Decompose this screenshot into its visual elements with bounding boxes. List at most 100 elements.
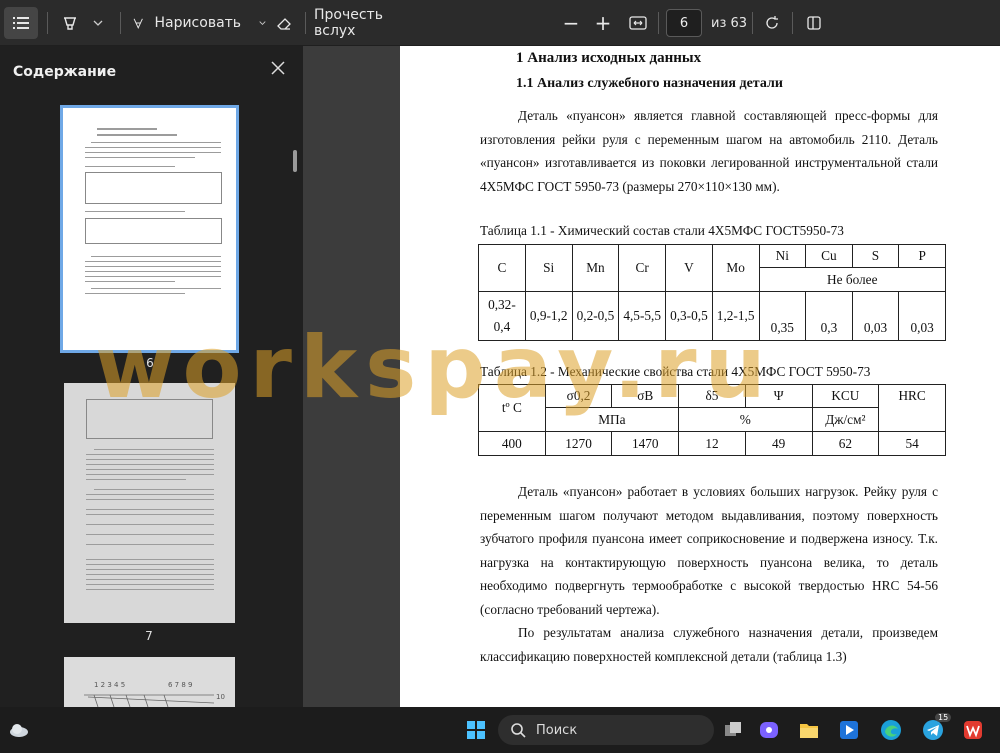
page-view-icon	[807, 16, 821, 30]
svg-text:1 2 3 4 5: 1 2 3 4 5	[94, 681, 125, 689]
thumb-line	[86, 579, 214, 580]
telegram-icon[interactable]: 15	[922, 713, 952, 741]
zoom-out-button[interactable]: −	[558, 7, 584, 39]
thumbnail-page-7[interactable]	[64, 383, 235, 623]
start-button[interactable]	[465, 719, 487, 741]
page-number-input[interactable]: 6	[666, 9, 702, 37]
weather-icon[interactable]	[8, 719, 30, 741]
table-cell: 4,5-5,5	[618, 291, 667, 341]
thumb-line	[86, 559, 214, 560]
svg-text:10: 10	[216, 693, 225, 701]
thumb-line	[85, 293, 185, 294]
close-sidebar-button[interactable]	[266, 58, 290, 82]
thumb-line	[85, 147, 221, 148]
thumb-line	[86, 459, 214, 460]
thumb-line	[86, 564, 214, 565]
chevron-down-icon	[259, 21, 266, 26]
task-view-icon[interactable]	[722, 719, 744, 741]
thumbnail-page-8[interactable]: 1 2 3 4 5 6 7 8 9 10	[64, 657, 235, 707]
sidebar-title: Содержание	[13, 64, 117, 80]
taskbar-search[interactable]: Поиск	[498, 715, 714, 745]
thumb-line	[86, 479, 186, 480]
separator	[305, 12, 306, 34]
edge-browser-icon[interactable]	[880, 719, 902, 741]
table-cell: 1,2-1,5	[711, 291, 760, 341]
table-cell: 0,32-0,4	[478, 291, 526, 341]
table-header-ni: Ni	[758, 244, 807, 268]
two-page-view-button[interactable]	[800, 7, 828, 39]
thumb-line	[86, 509, 214, 510]
table-cell: 0,9-1,2	[524, 291, 573, 341]
table-cell: 54	[878, 431, 946, 456]
chemical-composition-table: C Si Mn Cr V Mo Ni Cu S P Не более 0,32-…	[478, 244, 946, 341]
table-cell: 0,35	[758, 291, 807, 341]
plus-icon: +	[594, 11, 612, 35]
table-header-psi: Ψ	[744, 384, 813, 408]
paragraph-classification: По результатам анализа служебного назнач…	[480, 621, 938, 668]
close-icon	[271, 61, 285, 75]
table-header-v: V	[665, 244, 713, 292]
thumb-line	[91, 256, 221, 257]
wps-office-icon[interactable]	[962, 719, 984, 741]
table-header-sigma02: σ0,2	[544, 384, 613, 408]
read-aloud-button[interactable]: Прочесть вслух	[314, 7, 424, 39]
thumb-line	[94, 489, 214, 490]
drawing-preview: 1 2 3 4 5 6 7 8 9 10	[84, 681, 225, 707]
thumb-line	[86, 474, 214, 475]
paragraph-text: Деталь «пуансон» является главной состав…	[480, 108, 938, 194]
thumb-line	[85, 152, 221, 153]
search-icon	[511, 723, 526, 738]
contents-toggle-button[interactable]	[4, 7, 38, 39]
table-cell: 0,03	[898, 291, 946, 341]
teams-icon[interactable]	[758, 719, 780, 741]
paragraph-text: По результатам анализа служебного назнач…	[480, 625, 938, 664]
thumb-line	[86, 534, 214, 535]
table-header-temp: tº C	[478, 384, 546, 432]
draw-button[interactable]: Нарисовать	[128, 7, 266, 39]
eraser-icon	[277, 18, 291, 30]
thumb-line	[85, 281, 175, 282]
contents-sidebar: Содержание 6 7 1 2 3 4 5 6 7 8 9 10	[0, 46, 303, 707]
list-icon	[13, 17, 29, 29]
thumb-line	[86, 589, 214, 590]
thumb-line	[85, 261, 221, 262]
fit-page-button[interactable]	[624, 7, 652, 39]
thumb-line	[86, 584, 214, 585]
separator	[47, 12, 48, 34]
rotate-button[interactable]	[758, 7, 786, 39]
thumb-line	[85, 271, 221, 272]
file-explorer-icon[interactable]	[798, 719, 820, 741]
draw-icon	[133, 18, 143, 30]
thumb-line	[86, 499, 214, 500]
table-header-percent: %	[678, 407, 813, 432]
table-cell: 1270	[544, 431, 613, 456]
thumbnail-number: 7	[145, 629, 153, 643]
zoom-in-button[interactable]: +	[590, 7, 616, 39]
sidebar-scrollbar[interactable]	[293, 150, 297, 172]
draw-label: Нарисовать	[154, 15, 242, 31]
highlighter-icon	[64, 17, 76, 30]
table-header-mo: Mo	[711, 244, 760, 292]
thumb-line	[86, 454, 214, 455]
thumb-line	[91, 288, 221, 289]
thumb-line	[86, 494, 214, 495]
thumb-line	[85, 276, 221, 277]
table-cell: 1470	[611, 431, 680, 456]
table-cell: 12	[678, 431, 746, 456]
document-viewer[interactable]: 1 Анализ исходных данных 1.1 Анализ служ…	[303, 46, 1000, 707]
thumb-line	[86, 464, 214, 465]
eraser-button[interactable]	[270, 7, 298, 39]
table-cell: 0,03	[851, 291, 900, 341]
table-header-cu: Cu	[805, 244, 853, 268]
table-header-c: C	[478, 244, 526, 292]
highlight-button[interactable]	[56, 7, 108, 39]
table-cell: 62	[811, 431, 880, 456]
thumbnail-page-6[interactable]	[60, 105, 239, 353]
table-cell: 0,3-0,5	[665, 291, 713, 341]
media-player-icon[interactable]	[838, 719, 860, 741]
separator	[792, 12, 793, 34]
table-header-cr: Cr	[618, 244, 667, 292]
table-cell: 0,2-0,5	[571, 291, 620, 341]
fit-width-icon	[629, 16, 647, 30]
table-header-no-more: Не более	[758, 267, 946, 292]
